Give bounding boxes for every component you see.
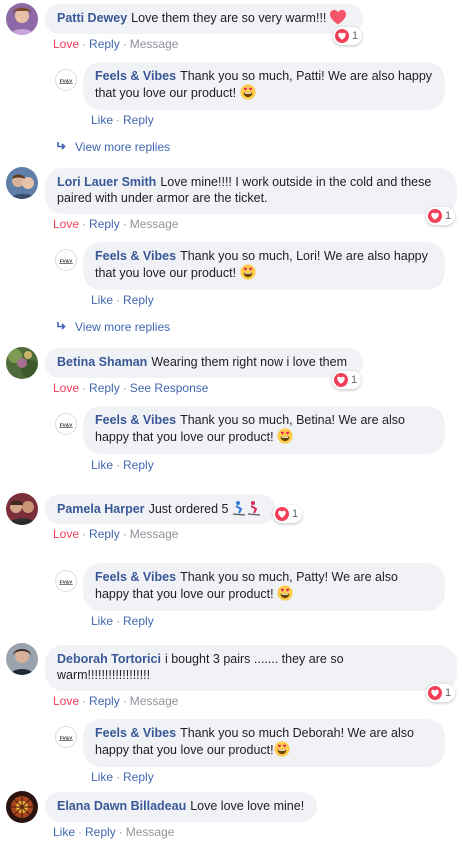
love-reaction-icon	[335, 29, 349, 43]
comment-bubble: Patti Dewey Love them they are so very wa…	[45, 4, 363, 34]
love-reaction-icon	[428, 209, 442, 223]
message-button[interactable]: Message	[130, 527, 179, 541]
reply-bubble: Feels & Vibes Thank you so much, Patty! W…	[83, 563, 445, 611]
reply-button[interactable]: Reply	[89, 381, 120, 395]
reply-button[interactable]: Reply	[85, 825, 116, 839]
comment-actions: Love · Reply · Message	[53, 37, 179, 51]
reply-actions: Like · Reply	[91, 293, 154, 307]
reply-actions: Like · Reply	[91, 113, 154, 127]
reply-author[interactable]: Feels & Vibes	[95, 69, 176, 83]
comment-actions: Love · Reply · Message	[53, 527, 179, 541]
page-avatar-feels-vibes[interactable]	[55, 726, 77, 748]
reply-button[interactable]: Reply	[123, 293, 154, 307]
reply-author[interactable]: Feels & Vibes	[95, 249, 176, 263]
comment-author[interactable]: Pamela Harper	[57, 502, 145, 516]
heart-eyes-emoji-icon	[274, 741, 290, 761]
reaction-count-badge[interactable]: 1	[273, 505, 303, 523]
reply-bubble: Feels & Vibes Thank you so much Deborah! …	[83, 719, 445, 767]
avatar-deborah-tortorici[interactable]	[6, 643, 38, 675]
comment-text: Just ordered 5	[148, 502, 229, 516]
heart-eyes-emoji-icon	[240, 264, 256, 284]
comment-author[interactable]: Deborah Tortorici	[57, 652, 161, 666]
page-avatar-feels-vibes[interactable]	[55, 570, 77, 592]
reply-author[interactable]: Feels & Vibes	[95, 413, 176, 427]
view-more-replies-link[interactable]: View more replies	[57, 140, 170, 154]
love-button[interactable]: Love	[53, 217, 79, 231]
like-button[interactable]: Like	[91, 113, 113, 127]
like-button[interactable]: Like	[53, 825, 75, 839]
comment-author[interactable]: Patti Dewey	[57, 11, 127, 25]
comment-actions: Love · Reply · See Response	[53, 381, 209, 395]
view-more-replies-link[interactable]: View more replies	[57, 320, 170, 334]
page-avatar-feels-vibes[interactable]	[55, 249, 77, 271]
comment-text: Love love love mine!	[190, 799, 305, 813]
comment-bubble: Pamela Harper Just ordered 5	[45, 494, 275, 524]
page-avatar-feels-vibes[interactable]	[55, 69, 77, 91]
comment-text: Love them they are so very warm!!!	[131, 11, 327, 25]
reply-actions: Like · Reply	[91, 458, 154, 472]
like-button[interactable]: Like	[91, 614, 113, 628]
reply-bubble: Feels & Vibes Thank you so much, Lori! We…	[83, 242, 445, 290]
message-button[interactable]: Message	[130, 217, 179, 231]
see-response-link[interactable]: See Response	[130, 381, 209, 395]
love-button[interactable]: Love	[53, 381, 79, 395]
love-button[interactable]: Love	[53, 527, 79, 541]
avatar-lori-lauer-smith[interactable]	[6, 167, 38, 199]
reply-button[interactable]: Reply	[123, 113, 154, 127]
avatar-elana-dawn-billadeau[interactable]	[6, 791, 38, 823]
reply-arrow-icon	[57, 320, 67, 334]
reply-author[interactable]: Feels & Vibes	[95, 570, 176, 584]
heart-eyes-emoji-icon	[240, 84, 256, 104]
comment-author[interactable]: Elana Dawn Billadeau	[57, 799, 186, 813]
page-avatar-feels-vibes[interactable]	[55, 413, 77, 435]
love-reaction-icon	[275, 507, 289, 521]
comment-bubble: Deborah Tortorici i bought 3 pairs ......…	[45, 645, 457, 691]
comment-bubble: Lori Lauer Smith Love mine!!!! I work out…	[45, 168, 457, 214]
reply-arrow-icon	[57, 140, 67, 154]
love-button[interactable]: Love	[53, 37, 79, 51]
comment-author[interactable]: Betina Shaman	[57, 355, 147, 369]
reaction-count-badge[interactable]: 1	[332, 371, 362, 389]
reply-button[interactable]: Reply	[89, 694, 120, 708]
message-button[interactable]: Message	[130, 694, 179, 708]
love-reaction-icon	[428, 686, 442, 700]
comment-bubble: Elana Dawn Billadeau Love love love mine!	[45, 792, 317, 822]
reaction-count-badge[interactable]: 1	[333, 27, 363, 45]
avatar-betina-shaman[interactable]	[6, 347, 38, 379]
reply-button[interactable]: Reply	[89, 37, 120, 51]
message-button[interactable]: Message	[126, 825, 175, 839]
love-reaction-icon	[334, 373, 348, 387]
reply-button[interactable]: Reply	[89, 527, 120, 541]
reply-button[interactable]: Reply	[123, 458, 154, 472]
comment-author[interactable]: Lori Lauer Smith	[57, 175, 156, 189]
reply-actions: Like · Reply	[91, 614, 154, 628]
reaction-count-badge[interactable]: 1	[426, 207, 456, 225]
avatar-patti-dewey[interactable]	[6, 3, 38, 35]
comment-actions: Love · Reply · Message	[53, 217, 179, 231]
like-button[interactable]: Like	[91, 458, 113, 472]
reply-button[interactable]: Reply	[123, 614, 154, 628]
heart-eyes-emoji-icon	[277, 428, 293, 448]
avatar-pamela-harper[interactable]	[6, 493, 38, 525]
reply-button[interactable]: Reply	[123, 770, 154, 784]
comment-bubble: Betina Shaman Wearing them right now i lo…	[45, 348, 363, 378]
message-button[interactable]: Message	[130, 37, 179, 51]
reaction-count-badge[interactable]: 1	[426, 684, 456, 702]
skier-emoji-icon	[232, 500, 262, 520]
love-button[interactable]: Love	[53, 694, 79, 708]
comment-text: Wearing them right now i love them	[151, 355, 348, 369]
like-button[interactable]: Like	[91, 293, 113, 307]
comment-actions: Love · Reply · Message	[53, 694, 179, 708]
reply-actions: Like · Reply	[91, 770, 154, 784]
heart-eyes-emoji-icon	[277, 585, 293, 605]
reply-bubble: Feels & Vibes Thank you so much, Patti! W…	[83, 62, 445, 110]
comment-actions: Like · Reply · Message	[53, 825, 175, 839]
reply-author[interactable]: Feels & Vibes	[95, 726, 176, 740]
reply-button[interactable]: Reply	[89, 217, 120, 231]
like-button[interactable]: Like	[91, 770, 113, 784]
reply-bubble: Feels & Vibes Thank you so much, Betina! …	[83, 406, 445, 454]
